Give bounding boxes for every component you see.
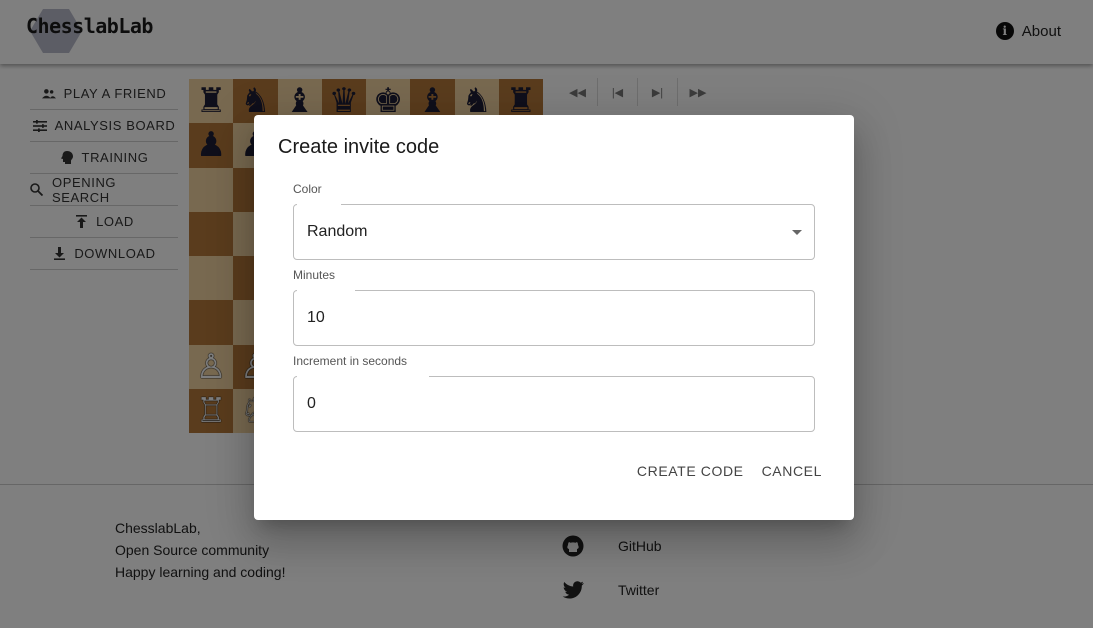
color-label: Color: [293, 182, 326, 196]
dialog-title: Create invite code: [278, 136, 440, 158]
label-notch: [297, 375, 429, 379]
cancel-button[interactable]: CANCEL: [762, 463, 822, 479]
dropdown-arrow-icon: [792, 230, 802, 235]
dialog-actions: CREATE CODE CANCEL: [637, 463, 822, 479]
increment-input[interactable]: 0: [293, 376, 815, 432]
label-notch: [297, 289, 355, 293]
minutes-input[interactable]: 10: [293, 290, 815, 346]
minutes-value: 10: [307, 309, 325, 326]
color-select-value: Random: [307, 223, 368, 240]
minutes-label: Minutes: [293, 268, 340, 282]
create-invite-dialog: Create invite code Random Color 10 Minut…: [254, 115, 854, 520]
create-code-button[interactable]: CREATE CODE: [637, 463, 744, 479]
color-select[interactable]: Random: [293, 204, 815, 260]
increment-label: Increment in seconds: [293, 354, 412, 368]
label-notch: [297, 203, 341, 207]
increment-value: 0: [307, 395, 316, 412]
